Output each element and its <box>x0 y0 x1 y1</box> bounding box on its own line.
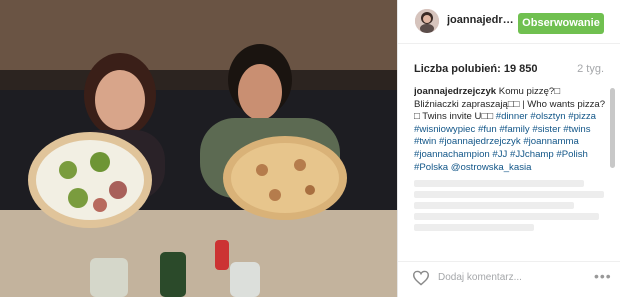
pizza-photo-image <box>0 0 397 297</box>
post-photo[interactable] <box>0 0 397 297</box>
avatar[interactable] <box>415 9 439 33</box>
heart-icon[interactable] <box>412 270 430 286</box>
likes-count[interactable]: Liczba polubień: 19 850 <box>414 63 537 75</box>
post-header: joannajedrz... Obserwowanie <box>398 0 620 44</box>
username-link[interactable]: joannajedrz... <box>447 14 517 26</box>
caption-username[interactable]: joannajedrzejczyk <box>414 86 496 97</box>
post-age[interactable]: 2 tyg. <box>577 63 604 75</box>
comments-section: joannajedrzejczyk Komu pizzę?□ Bliźniacz… <box>414 86 607 270</box>
more-options-icon[interactable]: ••• <box>594 268 612 284</box>
instagram-post: joannajedrz... Obserwowanie Liczba polub… <box>0 0 620 297</box>
comments-scrollbar[interactable] <box>610 88 615 168</box>
add-comment-input[interactable]: Dodaj komentarz... <box>438 272 522 283</box>
follow-button[interactable]: Obserwowanie <box>518 13 604 34</box>
post-actions: Dodaj komentarz... ••• <box>398 261 620 298</box>
blurred-comments <box>414 180 607 232</box>
caption: joannajedrzejczyk Komu pizzę?□ Bliźniacz… <box>414 86 607 174</box>
avatar-image <box>415 9 439 33</box>
heart-icon-svg <box>412 270 430 286</box>
post-side-panel: joannajedrz... Obserwowanie Liczba polub… <box>397 0 620 297</box>
